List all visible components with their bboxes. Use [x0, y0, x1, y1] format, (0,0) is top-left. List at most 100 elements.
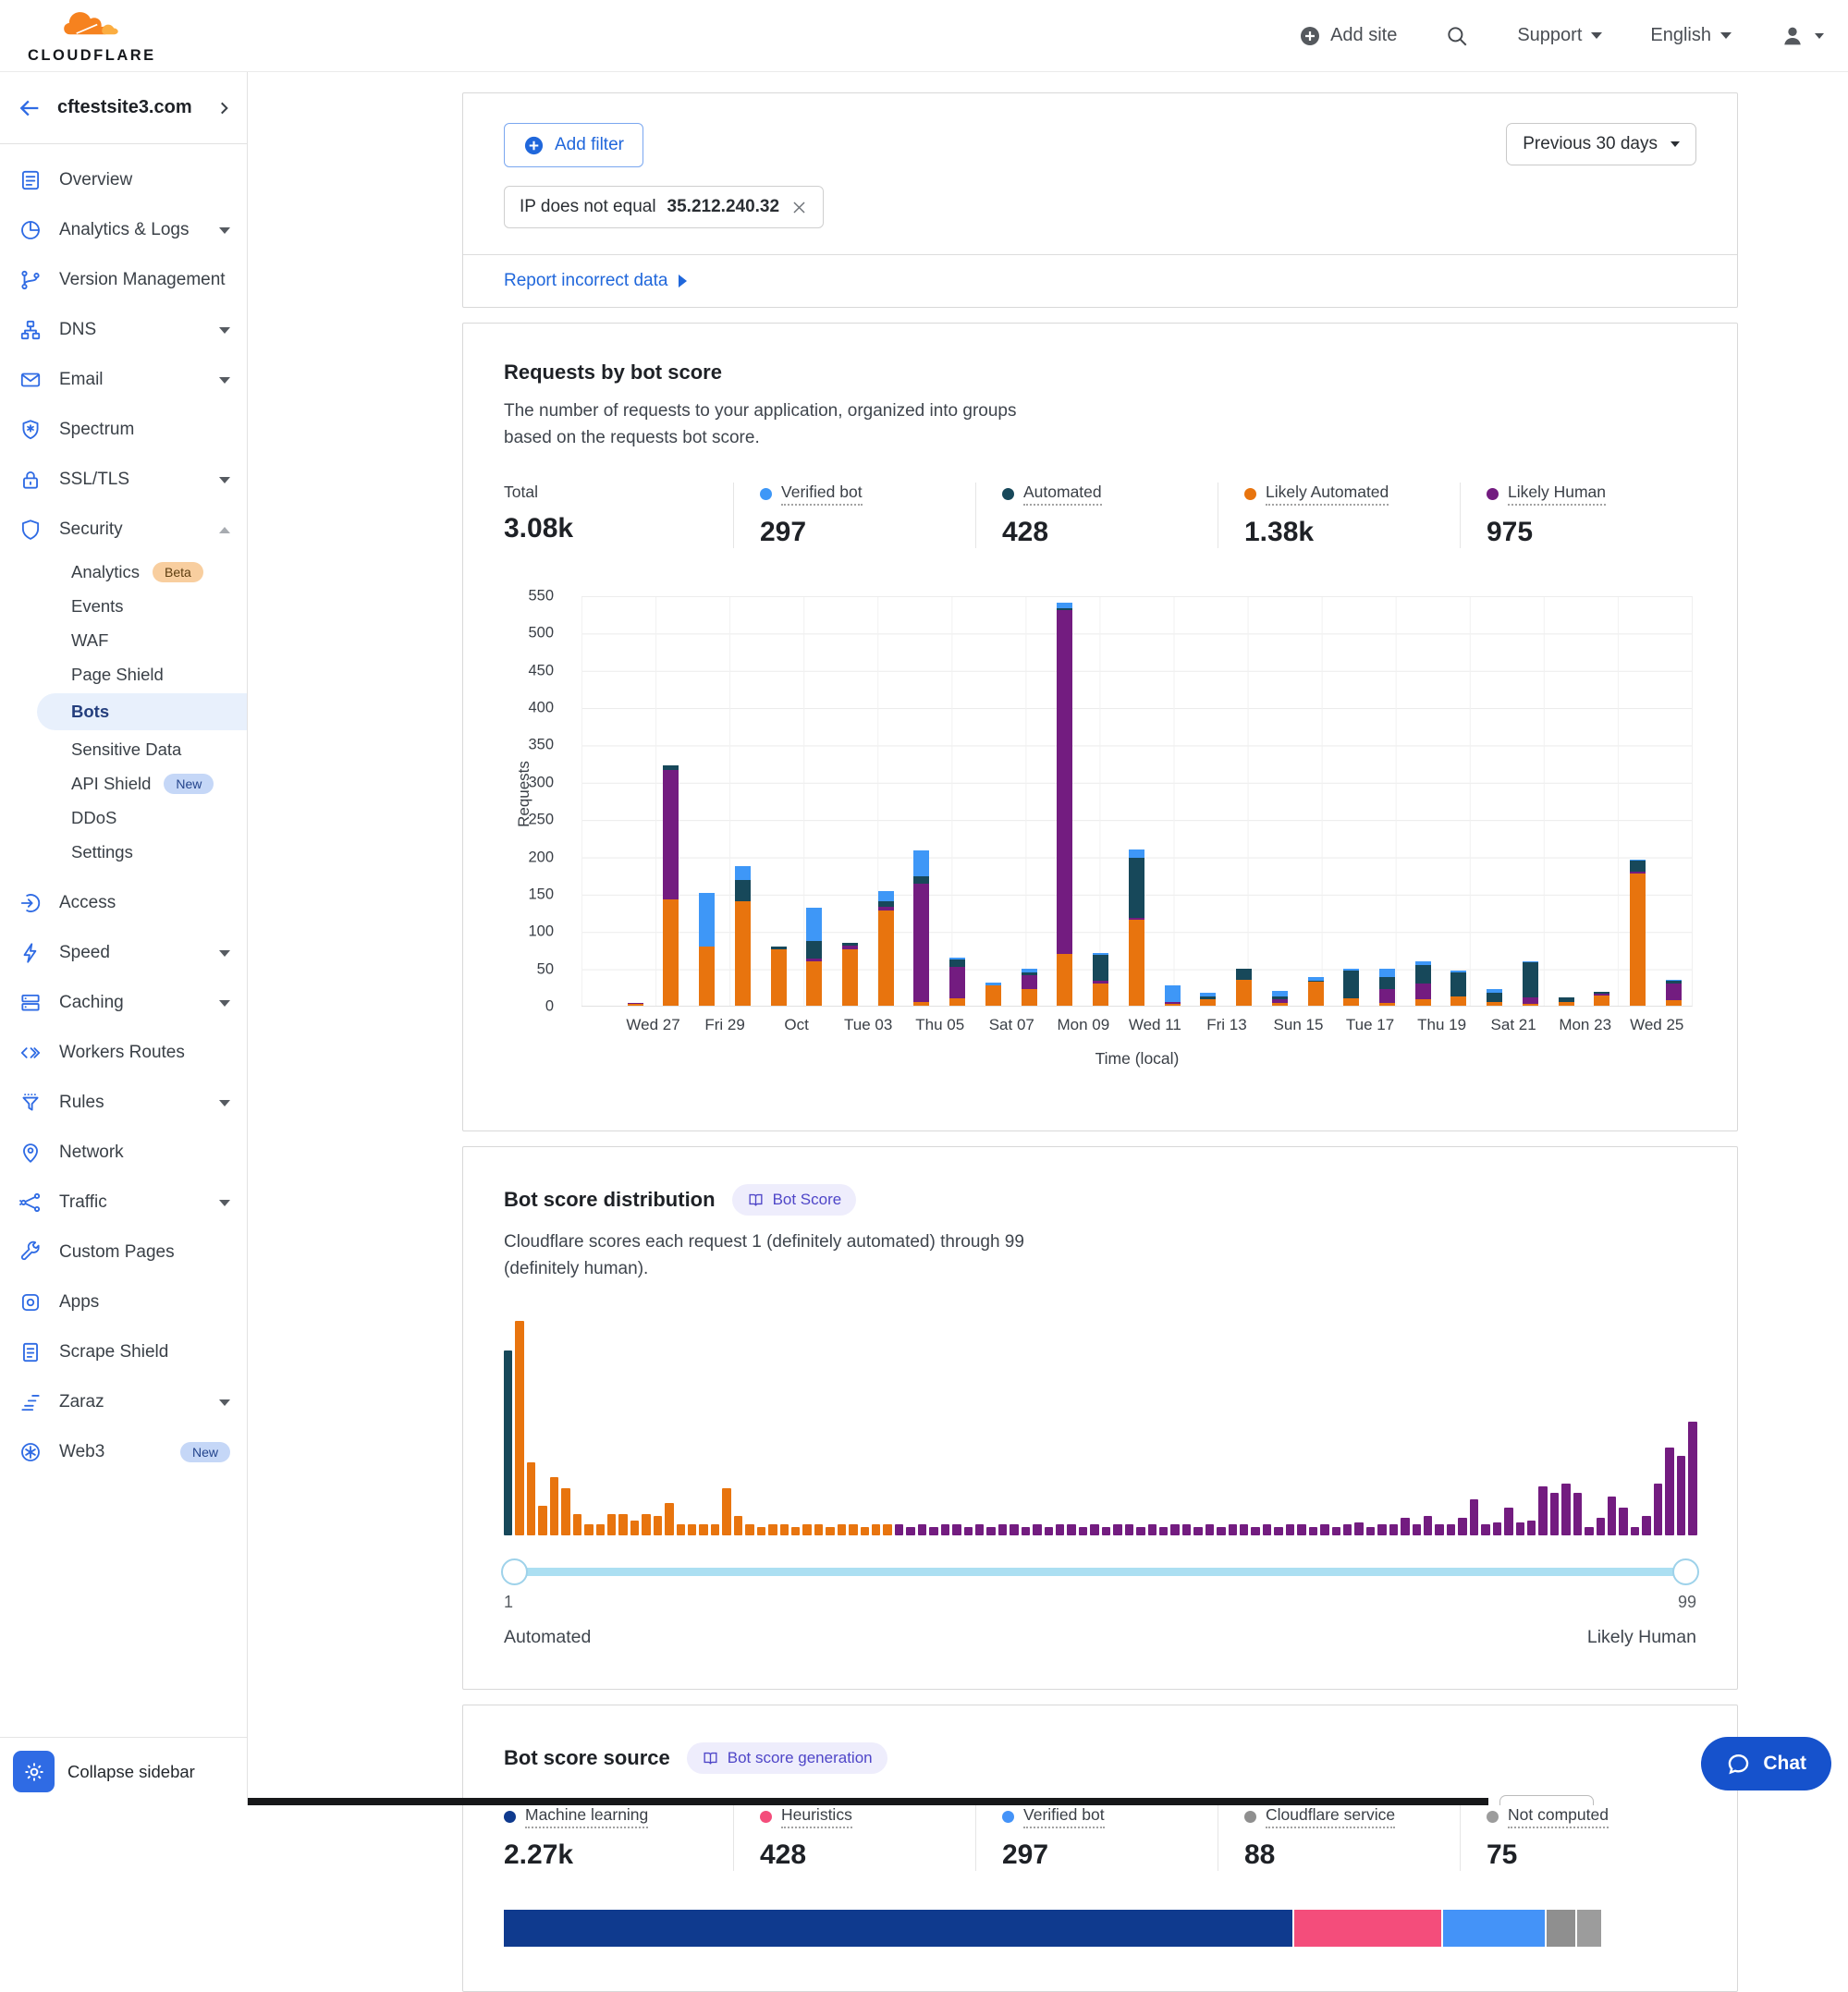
- sidebar-item-security[interactable]: Security: [0, 505, 247, 555]
- histogram-bar: [1297, 1524, 1305, 1535]
- sidebar-item-label: Security: [59, 519, 202, 540]
- histogram-bar: [618, 1514, 627, 1535]
- search-button[interactable]: [1445, 24, 1469, 48]
- chevron-down-icon: [219, 1200, 230, 1206]
- collapse-sidebar[interactable]: Collapse sidebar: [0, 1737, 247, 1805]
- account-menu[interactable]: [1780, 23, 1824, 49]
- slider-handle-min[interactable]: [501, 1558, 528, 1585]
- histogram-bar: [538, 1506, 546, 1535]
- sidebar-item-page-shield[interactable]: Page Shield: [0, 657, 247, 691]
- histogram-bar: [688, 1524, 696, 1535]
- histogram-bar: [975, 1524, 984, 1535]
- sidebar-item-speed[interactable]: Speed: [0, 928, 247, 978]
- sidebar-item-bots[interactable]: Bots: [37, 693, 247, 730]
- bot-score-generation-badge[interactable]: Bot score generation: [687, 1742, 887, 1774]
- stat-not-computed: Not computed 75: [1460, 1805, 1702, 1871]
- source-segment-machine-learning: [504, 1910, 1292, 1947]
- legend-dot: [1487, 1811, 1499, 1823]
- sidebar-item-version-management[interactable]: Version Management: [0, 255, 247, 305]
- histogram-bar: [1458, 1518, 1466, 1535]
- back-arrow-icon[interactable]: [17, 95, 43, 121]
- sidebar-item-waf[interactable]: WAF: [0, 623, 247, 657]
- bot-score-source-bar: [504, 1910, 1601, 1947]
- sidebar-item-events[interactable]: Events: [0, 589, 247, 623]
- histogram-bar: [872, 1524, 880, 1535]
- bar-segment-automated: [1343, 971, 1359, 998]
- gear-button[interactable]: [13, 1751, 55, 1792]
- sidebar-item-analytics[interactable]: AnalyticsBeta: [0, 555, 247, 589]
- bar-segment-likely-automated: [1129, 920, 1144, 1006]
- source-segment-not-computed: [1575, 1910, 1601, 1947]
- sidebar-item-scrape-shield[interactable]: Scrape Shield: [0, 1327, 247, 1377]
- sidebar-item-label: SSL/TLS: [59, 470, 202, 490]
- bar-segment-likely-human: [913, 884, 929, 1002]
- stacked-bar: [1093, 953, 1108, 1006]
- source-segment-heuristics: [1292, 1910, 1441, 1947]
- bar-segment-verified-bot: [699, 893, 715, 947]
- chevron-down-icon: [219, 950, 230, 957]
- arrow-right-icon: [679, 275, 687, 287]
- x-tick: Wed 11: [1129, 1016, 1181, 1034]
- date-range-select[interactable]: Previous 30 days: [1506, 123, 1696, 165]
- chevron-right-icon[interactable]: [215, 100, 232, 116]
- bar-slot: [975, 597, 1011, 1006]
- sidebar-item-ssl-tls[interactable]: SSL/TLS: [0, 455, 247, 505]
- sidebar-item-dns[interactable]: DNS: [0, 305, 247, 355]
- sidebar-item-overview[interactable]: Overview: [0, 155, 247, 205]
- topbar: CLOUDFLARE Add site Support English: [0, 0, 1848, 72]
- sidebar-item-analytics-logs[interactable]: Analytics & Logs: [0, 205, 247, 255]
- histogram-bar: [964, 1527, 973, 1535]
- bar-slot: [1656, 597, 1692, 1006]
- bar-slot: [1262, 597, 1298, 1006]
- plus-circle-icon: [1299, 25, 1321, 47]
- chat-button[interactable]: Chat: [1701, 1737, 1831, 1790]
- histogram-bar: [838, 1524, 846, 1535]
- bar-slot: [1369, 597, 1405, 1006]
- bar-slot: [1119, 597, 1155, 1006]
- sidebar-item-spectrum[interactable]: Spectrum: [0, 405, 247, 455]
- remove-filter-icon[interactable]: [790, 199, 808, 216]
- sidebar-item-zaraz[interactable]: Zaraz: [0, 1377, 247, 1427]
- slider-track[interactable]: [504, 1568, 1696, 1576]
- sidebar-item-apps[interactable]: Apps: [0, 1277, 247, 1327]
- stacked-bar: [1487, 989, 1502, 1006]
- sidebar-item-workers-routes[interactable]: Workers Routes: [0, 1028, 247, 1078]
- histogram-bar: [1067, 1524, 1075, 1535]
- chat-bubble-icon: [1726, 1752, 1751, 1777]
- security-icon: [18, 518, 43, 542]
- histogram-bar: [952, 1524, 961, 1535]
- histogram-bar: [826, 1527, 834, 1535]
- overview-icon: [18, 168, 43, 192]
- sidebar-item-traffic[interactable]: Traffic: [0, 1178, 247, 1228]
- bottom-edge-box: [1499, 1795, 1594, 1805]
- language-menu[interactable]: English: [1650, 25, 1732, 46]
- sidebar-item-email[interactable]: Email: [0, 355, 247, 405]
- chevron-down-icon: [219, 477, 230, 483]
- add-filter-button[interactable]: Add filter: [504, 123, 643, 167]
- requests-stats-row: Total 3.08k Verified bot 297 Automated 4…: [504, 483, 1696, 548]
- sidebar-item-web3[interactable]: Web3New: [0, 1427, 247, 1477]
- sidebar-item-sensitive-data[interactable]: Sensitive Data: [0, 732, 247, 766]
- sidebar-item-api-shield[interactable]: API ShieldNew: [0, 766, 247, 800]
- histogram-bar: [1619, 1508, 1627, 1535]
- sidebar-item-settings[interactable]: Settings: [0, 835, 247, 869]
- sidebar-item-caching[interactable]: Caching: [0, 978, 247, 1028]
- bot-score-badge[interactable]: Bot Score: [732, 1184, 857, 1216]
- cloudflare-logo[interactable]: CLOUDFLARE: [24, 7, 156, 65]
- sidebar-item-custom-pages[interactable]: Custom Pages: [0, 1228, 247, 1277]
- filter-chip[interactable]: IP does not equal 35.212.240.32: [504, 186, 824, 228]
- support-menu[interactable]: Support: [1517, 25, 1602, 46]
- sidebar-item-network[interactable]: Network: [0, 1128, 247, 1178]
- sidebar-item-access[interactable]: Access: [0, 878, 247, 928]
- sidebar-item-rules[interactable]: Rules: [0, 1078, 247, 1128]
- add-site-button[interactable]: Add site: [1299, 25, 1397, 47]
- histogram-bar: [607, 1514, 616, 1535]
- bar-segment-likely-automated: [1594, 996, 1609, 1006]
- sidebar-item-ddos[interactable]: DDoS: [0, 800, 247, 835]
- x-tick: Thu 19: [1417, 1016, 1466, 1034]
- histogram-bar: [527, 1462, 535, 1535]
- stat-cloudflare-service: Cloudflare service 88: [1218, 1805, 1460, 1871]
- slider-handle-max[interactable]: [1672, 1558, 1699, 1585]
- report-incorrect-data-link[interactable]: Report incorrect data: [463, 254, 1737, 307]
- histogram-bar: [734, 1516, 742, 1535]
